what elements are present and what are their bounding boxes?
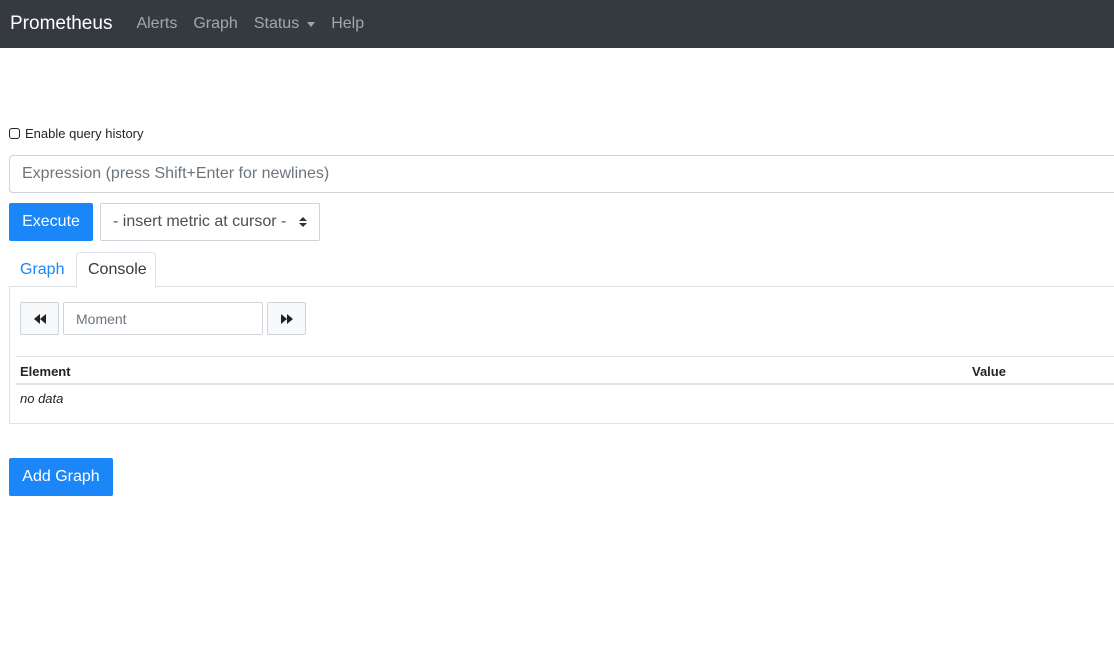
nav-alerts-label: Alerts [136,15,178,32]
moment-input[interactable]: Moment [63,302,263,335]
query-history-checkbox[interactable] [9,128,20,139]
column-header-value: Value [972,364,1006,379]
expression-input[interactable]: Expression (press Shift+Enter for newlin… [9,155,1114,193]
moment-placeholder: Moment [76,310,127,327]
column-header-element: Element [20,364,71,379]
nav-help[interactable]: Help [323,15,372,33]
top-navbar: Prometheus Alerts Graph Status Help [0,0,1114,48]
view-tabs: Graph Console [9,252,1114,288]
moment-forward-button[interactable] [267,302,306,335]
insert-metric-select[interactable]: - insert metric at cursor - [100,203,320,241]
caret-down-icon [307,22,316,27]
no-data-text: no data [20,391,64,406]
tab-console[interactable]: Console [76,252,156,288]
execute-button[interactable]: Execute [9,203,93,241]
expression-placeholder: Expression (press Shift+Enter for newlin… [22,165,330,182]
add-graph-button[interactable]: Add Graph [9,458,113,496]
table-header: Element Value [16,356,1114,385]
console-panel: Moment Element Value no data [9,286,1114,424]
select-arrows-icon [299,217,307,229]
moment-back-button[interactable] [20,302,59,335]
forward-icon [280,313,293,324]
nav-graph-label: Graph [193,15,238,32]
brand-logo[interactable]: Prometheus [10,13,112,35]
query-history-toggle[interactable]: Enable query history [9,126,144,141]
insert-metric-selected: - insert metric at cursor - [113,213,287,230]
tab-graph[interactable]: Graph [9,252,75,287]
backward-icon [33,313,46,324]
nav-alerts[interactable]: Alerts [128,15,185,33]
console-table: Element Value no data [16,356,1114,413]
nav-status-label: Status [253,15,300,32]
nav-help-label: Help [331,15,365,32]
table-row: no data [16,385,1114,413]
nav-status-dropdown[interactable]: Status [246,15,323,33]
query-history-label: Enable query history [25,126,144,141]
nav-graph[interactable]: Graph [185,15,245,33]
